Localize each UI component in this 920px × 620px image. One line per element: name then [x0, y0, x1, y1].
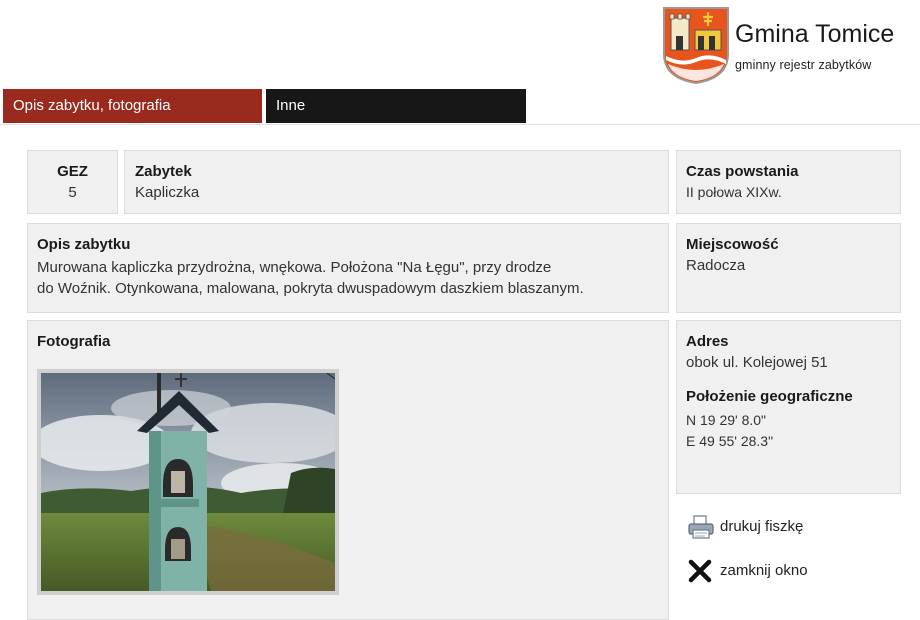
description-line-1: Murowana kapliczka przydrożna, wnękowa. … — [37, 259, 552, 276]
monument-panel: Zabytek Kapliczka — [124, 150, 669, 214]
address-panel: Adres obok ul. Kolejowej 51 Położenie ge… — [676, 320, 901, 494]
monument-value: Kapliczka — [135, 184, 200, 201]
description-line-2: do Woźnik. Otynkowana, malowana, pokryta… — [37, 280, 584, 297]
gez-label: GEZ — [57, 163, 88, 180]
tab-description-photo[interactable]: Opis zabytku, fotografia — [3, 89, 262, 123]
locality-value: Radocza — [686, 257, 746, 274]
address-value: obok ul. Kolejowej 51 — [686, 354, 828, 371]
address-label: Adres — [686, 333, 729, 350]
latitude-value: N 19 29' 8.0" — [686, 412, 767, 428]
photo-label: Fotografia — [37, 333, 111, 350]
tab-other[interactable]: Inne — [266, 89, 526, 123]
gez-value: 5 — [68, 184, 77, 201]
tab-bar: Opis zabytku, fotografia Inne — [0, 89, 920, 125]
site-subtitle: gminny rejestr zabytków — [735, 58, 872, 72]
gez-panel: GEZ 5 — [27, 150, 118, 214]
print-card-link[interactable]: drukuj fiszkę — [688, 515, 828, 543]
locality-panel: Miejscowość Radocza — [676, 223, 901, 313]
printer-icon — [688, 515, 714, 539]
geo-location-label: Położenie geograficzne — [686, 388, 853, 405]
site-title: Gmina Tomice — [735, 20, 895, 48]
chapel-photo-image — [41, 373, 335, 591]
description-panel: Opis zabytku Murowana kapliczka przydroż… — [27, 223, 669, 313]
close-icon — [688, 559, 712, 583]
close-window-link[interactable]: zamknij okno — [688, 559, 828, 587]
print-card-label: drukuj fiszkę — [720, 518, 804, 535]
coat-of-arms-icon — [663, 7, 729, 84]
monument-label: Zabytek — [135, 163, 192, 180]
site-logo: Gmina Tomice gminny rejestr zabytków — [662, 6, 914, 86]
creation-time-label: Czas powstania — [686, 163, 799, 180]
description-label: Opis zabytku — [37, 236, 131, 253]
monument-photo[interactable] — [37, 369, 339, 595]
photo-panel: Fotografia — [27, 320, 669, 620]
creation-time-value: II połowa XIXw. — [686, 184, 782, 200]
creation-time-panel: Czas powstania II połowa XIXw. — [676, 150, 901, 214]
longitude-value: E 49 55' 28.3" — [686, 433, 774, 449]
close-window-label: zamknij okno — [720, 562, 808, 579]
description-text: Murowana kapliczka przydrożna, wnękowa. … — [37, 257, 659, 299]
geo-coordinates: N 19 29' 8.0" E 49 55' 28.3" — [686, 410, 891, 452]
locality-label: Miejscowość — [686, 236, 779, 253]
